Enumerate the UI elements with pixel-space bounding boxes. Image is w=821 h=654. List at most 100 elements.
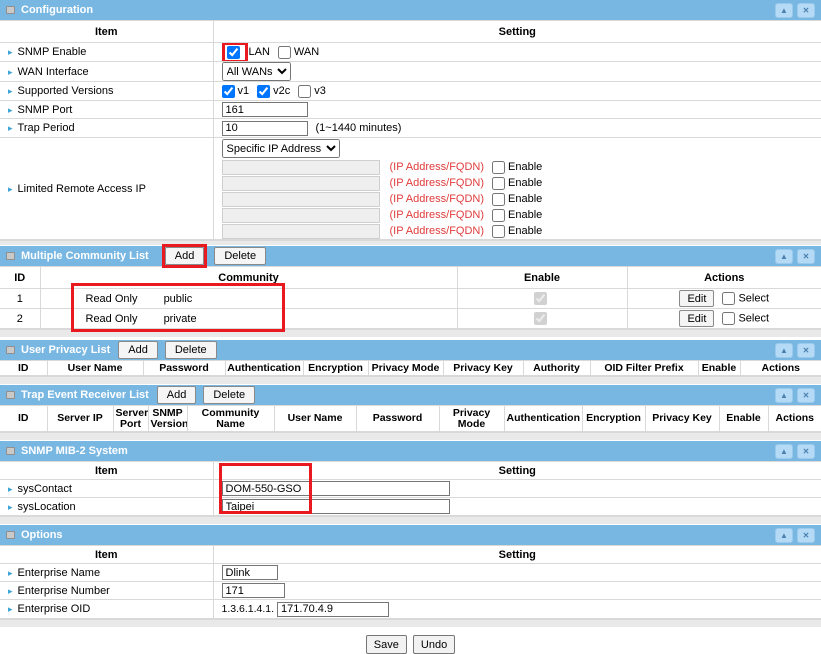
enable-label: Enable xyxy=(508,193,542,205)
community-name: private xyxy=(164,313,197,325)
close-icon[interactable]: ✕ xyxy=(797,528,815,543)
footer-actions: Save Undo xyxy=(0,635,821,654)
collapse-icon[interactable]: ▲ xyxy=(775,249,793,264)
select-checkbox[interactable] xyxy=(722,292,735,305)
add-button[interactable]: Add xyxy=(165,247,205,265)
collapse-icon[interactable]: ▲ xyxy=(775,444,793,459)
close-icon[interactable]: ✕ xyxy=(797,3,815,18)
trap-period-hint: (1~1440 minutes) xyxy=(316,122,402,134)
collapse-icon[interactable]: ▲ xyxy=(775,3,793,18)
column-header: User Name xyxy=(47,361,143,376)
syscontact-input[interactable] xyxy=(222,481,450,496)
wan-interface-select[interactable]: All WANs xyxy=(222,62,291,81)
section-footer-strip xyxy=(0,329,821,337)
remote-ip-input-1 xyxy=(222,160,380,175)
column-header: Server Port xyxy=(113,406,148,432)
trap-period-input[interactable] xyxy=(222,121,308,136)
section-title: Multiple Community List xyxy=(21,250,149,262)
undo-button[interactable]: Undo xyxy=(413,635,455,654)
window-icon xyxy=(6,6,15,14)
edit-button[interactable]: Edit xyxy=(679,310,714,327)
column-header: SNMP Version xyxy=(148,406,187,432)
section-footer-strip xyxy=(0,432,821,440)
column-header: Encryption xyxy=(582,406,645,432)
add-button[interactable]: Add xyxy=(118,341,158,359)
remote-ip-row: (IP Address/FQDN) Enable xyxy=(222,175,821,191)
enterprise-name-input[interactable] xyxy=(222,565,278,580)
syslocation-input[interactable] xyxy=(222,499,450,514)
section-header-options: Options ▲ ✕ xyxy=(0,525,821,545)
community-table: ID Community Enable Actions 1 Read Only … xyxy=(0,266,821,329)
remote-ip-enable-checkbox-5[interactable] xyxy=(492,225,505,238)
column-header: Authentication xyxy=(504,406,582,432)
bullet-icon: ▸ xyxy=(8,67,13,77)
v1-label: v1 xyxy=(238,85,250,97)
remote-ip-input-3 xyxy=(222,192,380,207)
bullet-icon: ▸ xyxy=(8,123,13,133)
column-header: Server IP xyxy=(47,406,113,432)
save-button[interactable]: Save xyxy=(366,635,407,654)
table-row: ▸SNMP Port xyxy=(0,101,821,119)
collapse-icon[interactable]: ▲ xyxy=(775,388,793,403)
column-header-setting: Setting xyxy=(213,546,821,564)
remote-ip-enable-checkbox-4[interactable] xyxy=(492,209,505,222)
bullet-icon: ▸ xyxy=(8,502,13,512)
delete-button[interactable]: Delete xyxy=(214,247,266,265)
table-row: 1 Read Only public Edit Select xyxy=(0,289,821,309)
v1-checkbox[interactable] xyxy=(222,85,235,98)
row-label-trap-period: Trap Period xyxy=(18,122,75,134)
section-footer-strip xyxy=(0,240,821,245)
v2c-checkbox[interactable] xyxy=(257,85,270,98)
column-header: ID xyxy=(0,267,40,289)
ip-hint: (IP Address/FQDN) xyxy=(390,209,485,221)
row-label-enterprise-number: Enterprise Number xyxy=(18,585,110,597)
section-user-privacy-list: User Privacy List Add Delete ▲ ✕ ID User… xyxy=(0,340,821,384)
enable-label: Enable xyxy=(508,161,542,173)
remote-ip-enable-checkbox-1[interactable] xyxy=(492,161,505,174)
table-row: ▸Enterprise Number xyxy=(0,582,821,600)
section-options: Options ▲ ✕ Item Setting ▸Enterprise Nam… xyxy=(0,525,821,627)
add-button[interactable]: Add xyxy=(157,386,197,404)
v3-label: v3 xyxy=(314,85,326,97)
table-row: ▸ Trap Period (1~1440 minutes) xyxy=(0,119,821,138)
column-header: Privacy Mode xyxy=(439,406,504,432)
enterprise-oid-input[interactable] xyxy=(277,602,389,617)
close-icon[interactable]: ✕ xyxy=(797,249,815,264)
section-multiple-community-list: Multiple Community List Add Delete ▲ ✕ I… xyxy=(0,246,821,337)
remote-ip-enable-checkbox-3[interactable] xyxy=(492,193,505,206)
remote-access-mode-select[interactable]: Specific IP Address xyxy=(222,139,340,158)
column-header-item: Item xyxy=(0,21,213,43)
community-enable-checkbox xyxy=(534,292,547,305)
enterprise-number-input[interactable] xyxy=(222,583,285,598)
row-label-supported-versions: Supported Versions xyxy=(18,85,114,97)
section-title: User Privacy List xyxy=(21,344,110,356)
enable-label: Enable xyxy=(508,209,542,221)
delete-button[interactable]: Delete xyxy=(203,386,255,404)
lan-checkbox[interactable] xyxy=(227,46,240,59)
window-icon xyxy=(6,391,15,399)
column-header: Authentication xyxy=(225,361,303,376)
close-icon[interactable]: ✕ xyxy=(797,444,815,459)
configuration-table: Item Setting ▸SNMP Enable LAN WAN ▸WAN I… xyxy=(0,20,821,240)
column-header: Password xyxy=(356,406,439,432)
column-header: Privacy Key xyxy=(443,361,523,376)
row-label-syslocation: sysLocation xyxy=(18,501,76,513)
v3-checkbox[interactable] xyxy=(298,85,311,98)
close-icon[interactable]: ✕ xyxy=(797,388,815,403)
column-header-item: Item xyxy=(0,546,213,564)
wan-checkbox[interactable] xyxy=(278,46,291,59)
column-header-item: Item xyxy=(0,462,213,480)
section-footer-strip xyxy=(0,376,821,384)
close-icon[interactable]: ✕ xyxy=(797,343,815,358)
bullet-icon: ▸ xyxy=(8,604,13,614)
remote-ip-enable-checkbox-2[interactable] xyxy=(492,177,505,190)
collapse-icon[interactable]: ▲ xyxy=(775,343,793,358)
select-checkbox[interactable] xyxy=(722,312,735,325)
snmp-port-input[interactable] xyxy=(222,102,308,117)
remote-ip-row: (IP Address/FQDN) Enable xyxy=(222,207,821,223)
delete-button[interactable]: Delete xyxy=(165,341,217,359)
column-header: Authority xyxy=(523,361,590,376)
ip-hint: (IP Address/FQDN) xyxy=(390,193,485,205)
collapse-icon[interactable]: ▲ xyxy=(775,528,793,543)
edit-button[interactable]: Edit xyxy=(679,290,714,307)
